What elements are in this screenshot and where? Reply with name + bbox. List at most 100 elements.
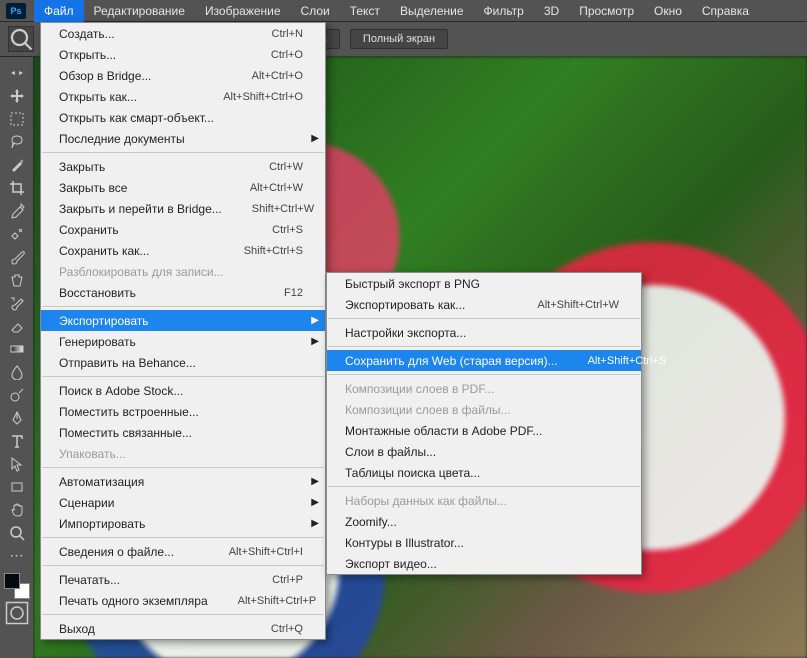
marquee-icon	[9, 111, 25, 127]
export-menu-item-1[interactable]: Экспортировать как...Alt+Shift+Ctrl+W	[327, 294, 641, 315]
menu-item-label: Экспорт видео...	[345, 557, 619, 571]
export-menu-item-0[interactable]: Быстрый экспорт в PNG	[327, 273, 641, 294]
tool-hand[interactable]	[4, 498, 30, 521]
tool-gradient[interactable]	[4, 337, 30, 360]
menubar-item-выделение[interactable]: Выделение	[390, 0, 474, 22]
file-menu-item-9[interactable]: Закрыть и перейти в Bridge...Shift+Ctrl+…	[41, 198, 325, 219]
menu-item-label: Сценарии	[59, 496, 303, 510]
file-menu-item-5[interactable]: Последние документы▶	[41, 128, 325, 149]
tool-path-select[interactable]	[4, 452, 30, 475]
export-menu-item-10[interactable]: Слои в файлы...	[327, 441, 641, 462]
menu-item-label: Поместить связанные...	[59, 426, 303, 440]
file-menu-item-11[interactable]: Сохранить как...Shift+Ctrl+S	[41, 240, 325, 261]
file-menu-item-2[interactable]: Обзор в Bridge...Alt+Ctrl+O	[41, 65, 325, 86]
tool-clone[interactable]	[4, 268, 30, 291]
file-menu-dropdown: Создать... Ctrl+N Открыть...Ctrl+OОбзор в …	[40, 22, 326, 640]
collapse-handle[interactable]	[4, 61, 30, 84]
menubar-item-слои[interactable]: Слои	[291, 0, 340, 22]
tool-lasso[interactable]	[4, 130, 30, 153]
file-menu-item-3[interactable]: Открыть как...Alt+Shift+Ctrl+O	[41, 86, 325, 107]
tool-marquee[interactable]	[4, 107, 30, 130]
foreground-color-swatch[interactable]	[4, 573, 20, 589]
menu-item-shortcut: Alt+Shift+Ctrl+O	[223, 91, 303, 103]
tool-dodge[interactable]	[4, 383, 30, 406]
export-menu-item-14[interactable]: Zoomify...	[327, 511, 641, 532]
file-menu-item-26[interactable]: Импортировать▶	[41, 513, 325, 534]
quick-mask-button[interactable]	[5, 603, 29, 623]
magic-wand-icon	[9, 157, 25, 173]
edit-toolbar-button[interactable]: ⋯	[4, 544, 30, 567]
menubar-item-фильтр[interactable]: Фильтр	[474, 0, 534, 22]
fullscreen-button[interactable]: Полный экран	[350, 29, 448, 49]
file-menu-item-24[interactable]: Автоматизация▶	[41, 471, 325, 492]
file-menu-item-1[interactable]: Открыть...Ctrl+O	[41, 44, 325, 65]
file-menu-item-25[interactable]: Сценарии▶	[41, 492, 325, 513]
file-menu-separator	[42, 306, 324, 307]
tools-panel: ⋯	[0, 57, 34, 658]
menubar-item-3d[interactable]: 3D	[534, 0, 569, 22]
menu-item-label: Создать...	[59, 27, 242, 41]
file-menu-item-28[interactable]: Сведения о файле...Alt+Shift+Ctrl+I	[41, 541, 325, 562]
export-menu-item-16[interactable]: Экспорт видео...	[327, 553, 641, 574]
file-menu-item-20[interactable]: Поместить встроенные...	[41, 401, 325, 422]
file-menu-item-19[interactable]: Поиск в Adobe Stock...	[41, 380, 325, 401]
file-menu-item-16[interactable]: Генерировать▶	[41, 331, 325, 352]
tool-type[interactable]	[4, 429, 30, 452]
file-menu-item-7[interactable]: ЗакрытьCtrl+W	[41, 156, 325, 177]
file-menu-item-0[interactable]: Создать... Ctrl+N	[41, 23, 325, 44]
menubar-item-окно[interactable]: Окно	[644, 0, 692, 22]
menubar-item-просмотр[interactable]: Просмотр	[569, 0, 644, 22]
menu-item-label: Zoomify...	[345, 515, 619, 529]
menu-item-label: Импортировать	[59, 517, 303, 531]
export-menu-item-5[interactable]: Сохранить для Web (старая версия)...Alt+…	[327, 350, 641, 371]
file-menu-item-10[interactable]: СохранитьCtrl+S	[41, 219, 325, 240]
export-menu-separator	[328, 374, 640, 375]
menubar-item-изображение[interactable]: Изображение	[195, 0, 291, 22]
file-menu-item-17[interactable]: Отправить на Behance...	[41, 352, 325, 373]
gradient-icon	[9, 341, 25, 357]
file-menu-item-31[interactable]: Печать одного экземпляраAlt+Shift+Ctrl+P	[41, 590, 325, 611]
menu-item-label: Восстановить	[59, 286, 254, 300]
color-swatches[interactable]	[4, 573, 30, 599]
tool-magic-wand[interactable]	[4, 153, 30, 176]
menu-item-shortcut: Ctrl+N	[272, 28, 303, 40]
current-tool-swatch[interactable]	[8, 26, 34, 52]
menu-item-label: Упаковать...	[59, 447, 303, 461]
export-menu-item-9[interactable]: Монтажные области в Adobe PDF...	[327, 420, 641, 441]
clone-icon	[9, 272, 25, 288]
tool-pen[interactable]	[4, 406, 30, 429]
tool-blur[interactable]	[4, 360, 30, 383]
tool-history-brush[interactable]	[4, 291, 30, 314]
tool-crop[interactable]	[4, 176, 30, 199]
file-menu-item-13[interactable]: ВосстановитьF12	[41, 282, 325, 303]
menu-item-shortcut: Ctrl+O	[271, 49, 303, 61]
menubar-item-редактирование[interactable]: Редактирование	[84, 0, 195, 22]
rectangle-icon	[9, 479, 25, 495]
menu-item-shortcut: Ctrl+W	[269, 161, 303, 173]
tool-rectangle[interactable]	[4, 475, 30, 498]
file-menu-item-4[interactable]: Открыть как смарт-объект...	[41, 107, 325, 128]
export-menu-item-11[interactable]: Таблицы поиска цвета...	[327, 462, 641, 483]
file-menu-item-33[interactable]: ВыходCtrl+Q	[41, 618, 325, 639]
tool-healing[interactable]	[4, 222, 30, 245]
export-submenu-dropdown: Быстрый экспорт в PNGЭкспортировать как.…	[326, 272, 642, 575]
tool-brush[interactable]	[4, 245, 30, 268]
export-menu-item-8: Композиции слоев в файлы...	[327, 399, 641, 420]
tool-move[interactable]	[4, 84, 30, 107]
menubar-item-файл[interactable]: Файл	[34, 0, 84, 22]
menu-item-label: Сохранить	[59, 223, 242, 237]
export-menu-item-3[interactable]: Настройки экспорта...	[327, 322, 641, 343]
tool-eyedropper[interactable]	[4, 199, 30, 222]
file-menu-item-15[interactable]: Экспортировать▶	[41, 310, 325, 331]
file-menu-item-8[interactable]: Закрыть всеAlt+Ctrl+W	[41, 177, 325, 198]
brush-icon	[9, 249, 25, 265]
file-menu-separator	[42, 376, 324, 377]
export-menu-item-15[interactable]: Контуры в Illustrator...	[327, 532, 641, 553]
menubar-item-текст[interactable]: Текст	[340, 0, 390, 22]
tool-zoom[interactable]	[4, 521, 30, 544]
file-menu-item-21[interactable]: Поместить связанные...	[41, 422, 325, 443]
menu-item-label: Экспортировать	[59, 314, 303, 328]
file-menu-item-30[interactable]: Печатать...Ctrl+P	[41, 569, 325, 590]
menubar-item-справка[interactable]: Справка	[692, 0, 759, 22]
tool-eraser[interactable]	[4, 314, 30, 337]
